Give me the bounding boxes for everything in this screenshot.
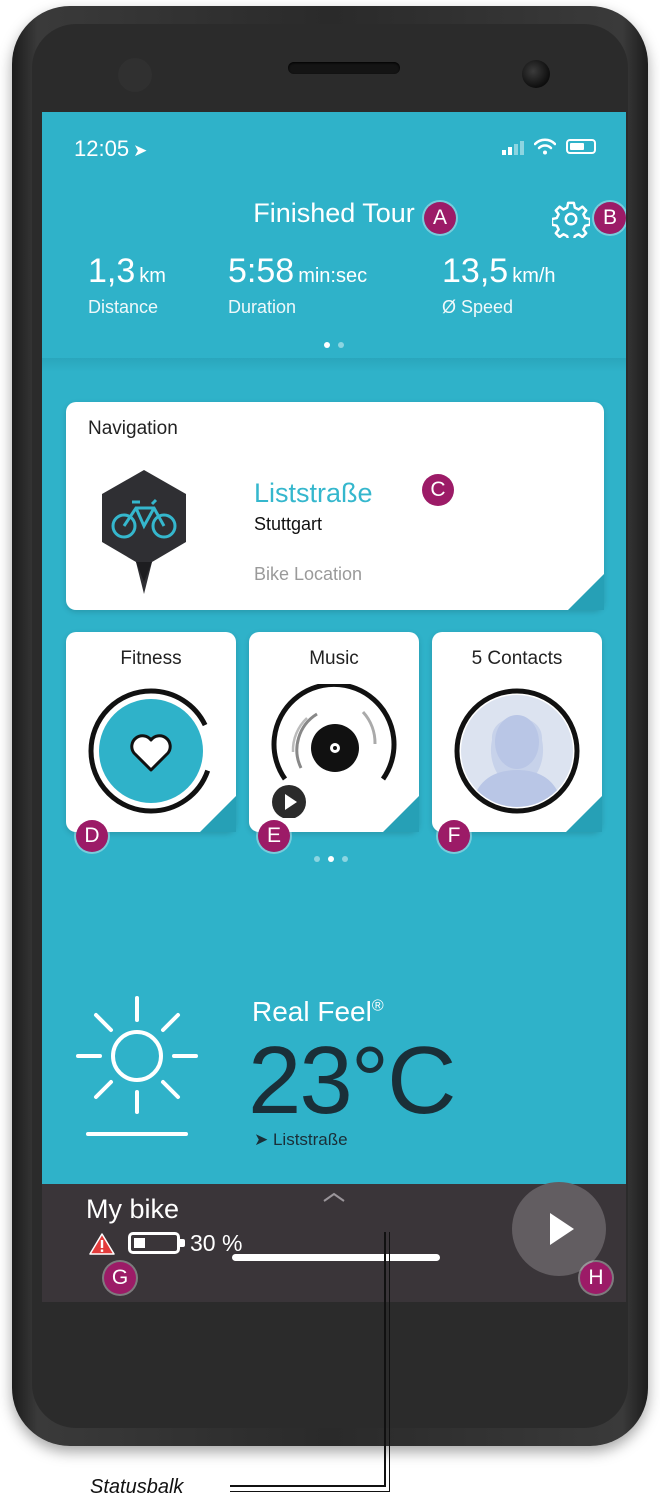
card-corner-fold: [200, 796, 236, 832]
bike-battery-percent: 30 %: [190, 1230, 243, 1256]
weather-location-text: Liststraße: [272, 1130, 348, 1149]
stat-label: Distance: [88, 297, 159, 317]
status-bar: 12:05 ➤: [42, 112, 626, 182]
callout-marker-b: B: [594, 202, 626, 234]
fitness-tile[interactable]: Fitness: [66, 632, 236, 832]
bike-location-pin-icon: [102, 470, 186, 594]
heart-icon: [88, 688, 214, 814]
callout-marker-c: C: [422, 474, 454, 506]
clock: 12:05 ➤: [74, 136, 147, 162]
tour-stats: 1,3 km Distance 5:58 min:sec Duration 13,5…: [42, 252, 626, 332]
callout-marker-h: H: [580, 1262, 612, 1294]
proximity-sensor: [118, 58, 152, 92]
contacts-tile-title: 5 Contacts: [471, 648, 563, 669]
stat-distance: 1,3 km Distance: [88, 252, 166, 318]
chevron-up-icon[interactable]: [322, 1192, 346, 1202]
wifi-icon: [534, 138, 556, 155]
app-screen: 12:05 ➤ Finished Tour A B 1,3 km Distance: [42, 112, 626, 1302]
callout-marker-g: G: [104, 1262, 136, 1294]
stat-duration: 5:58 min:sec Duration: [228, 252, 367, 318]
location-arrow-icon: ➤: [254, 1130, 273, 1149]
navigation-caption: Bike Location: [254, 564, 363, 584]
play-icon: [550, 1213, 574, 1245]
contacts-tile[interactable]: 5 Contacts: [432, 632, 602, 832]
stat-value: 13,5 km/h: [442, 252, 556, 295]
card-corner-fold: [566, 796, 602, 832]
stat-label: Duration: [228, 297, 297, 317]
cellular-signal-icon: [502, 139, 524, 155]
clock-time: 12:05: [74, 136, 130, 161]
system-icons: [502, 138, 596, 155]
navigation-city: Stuttgart: [254, 514, 323, 534]
gear-icon[interactable]: [552, 200, 590, 238]
header-divider: [42, 358, 626, 372]
weather-label-text: Real Feel: [252, 996, 372, 1027]
caption-leader-line: [389, 1232, 390, 1491]
stat-value: 1,3 km: [88, 252, 166, 295]
contact-avatar-icon: [454, 688, 580, 814]
figure-caption: Statusbalk: [90, 1476, 184, 1498]
stat-unit: min:sec: [298, 265, 368, 287]
bike-name: My bike: [86, 1194, 180, 1224]
stat-label: Ø Speed: [442, 297, 514, 317]
stat-unit: km/h: [512, 265, 556, 287]
page-dot: [342, 856, 348, 862]
stats-page-indicator[interactable]: [324, 342, 344, 348]
navigation-card[interactable]: Navigation Liststraße Stuttgart Bike Loc…: [66, 402, 604, 610]
music-tile-title: Music: [309, 648, 359, 669]
tiles-page-indicator[interactable]: [314, 856, 348, 862]
caption-leader-line: [230, 1485, 386, 1487]
registered-mark: ®: [371, 997, 384, 1015]
page-dot-active: [324, 342, 330, 348]
navigation-street: Liststraße: [254, 478, 373, 508]
page-title: Finished Tour: [253, 198, 415, 228]
warning-icon: [89, 1233, 115, 1255]
front-camera: [522, 60, 550, 88]
music-tile[interactable]: Music: [249, 632, 419, 832]
stat-number: 5:58: [228, 252, 295, 290]
callout-marker-a: A: [424, 202, 456, 234]
stat-speed: 13,5 km/h Ø Speed: [442, 252, 556, 318]
page-dot: [314, 856, 320, 862]
sun-icon: [76, 996, 198, 1136]
caption-leader-line: [384, 1232, 386, 1486]
callout-marker-d: D: [76, 820, 108, 852]
phone-battery-icon: [566, 139, 596, 154]
earpiece-speaker: [288, 62, 400, 74]
stat-unit: km: [139, 265, 166, 287]
card-corner-fold: [568, 574, 604, 610]
stat-number: 13,5: [442, 252, 509, 290]
stat-value: 5:58 min:sec: [228, 252, 367, 295]
callout-marker-f: F: [438, 820, 470, 852]
fitness-tile-title: Fitness: [120, 648, 182, 669]
navigation-card-title: Navigation: [88, 418, 178, 439]
home-indicator[interactable]: [232, 1254, 440, 1261]
bike-battery-icon: [128, 1232, 185, 1254]
card-corner-fold: [383, 796, 419, 832]
callout-marker-e: E: [258, 820, 290, 852]
weather-label: Real Feel®: [252, 996, 384, 1028]
music-disc-icon: [271, 684, 397, 818]
stat-number: 1,3: [88, 252, 136, 290]
page-dot-active: [328, 856, 334, 862]
caption-leader-line: [230, 1491, 390, 1492]
weather-temperature: 23°C: [248, 1027, 456, 1134]
location-arrow-icon: ➤: [133, 141, 148, 160]
page-dot: [338, 342, 344, 348]
weather-location: ➤ Liststraße: [254, 1130, 348, 1150]
